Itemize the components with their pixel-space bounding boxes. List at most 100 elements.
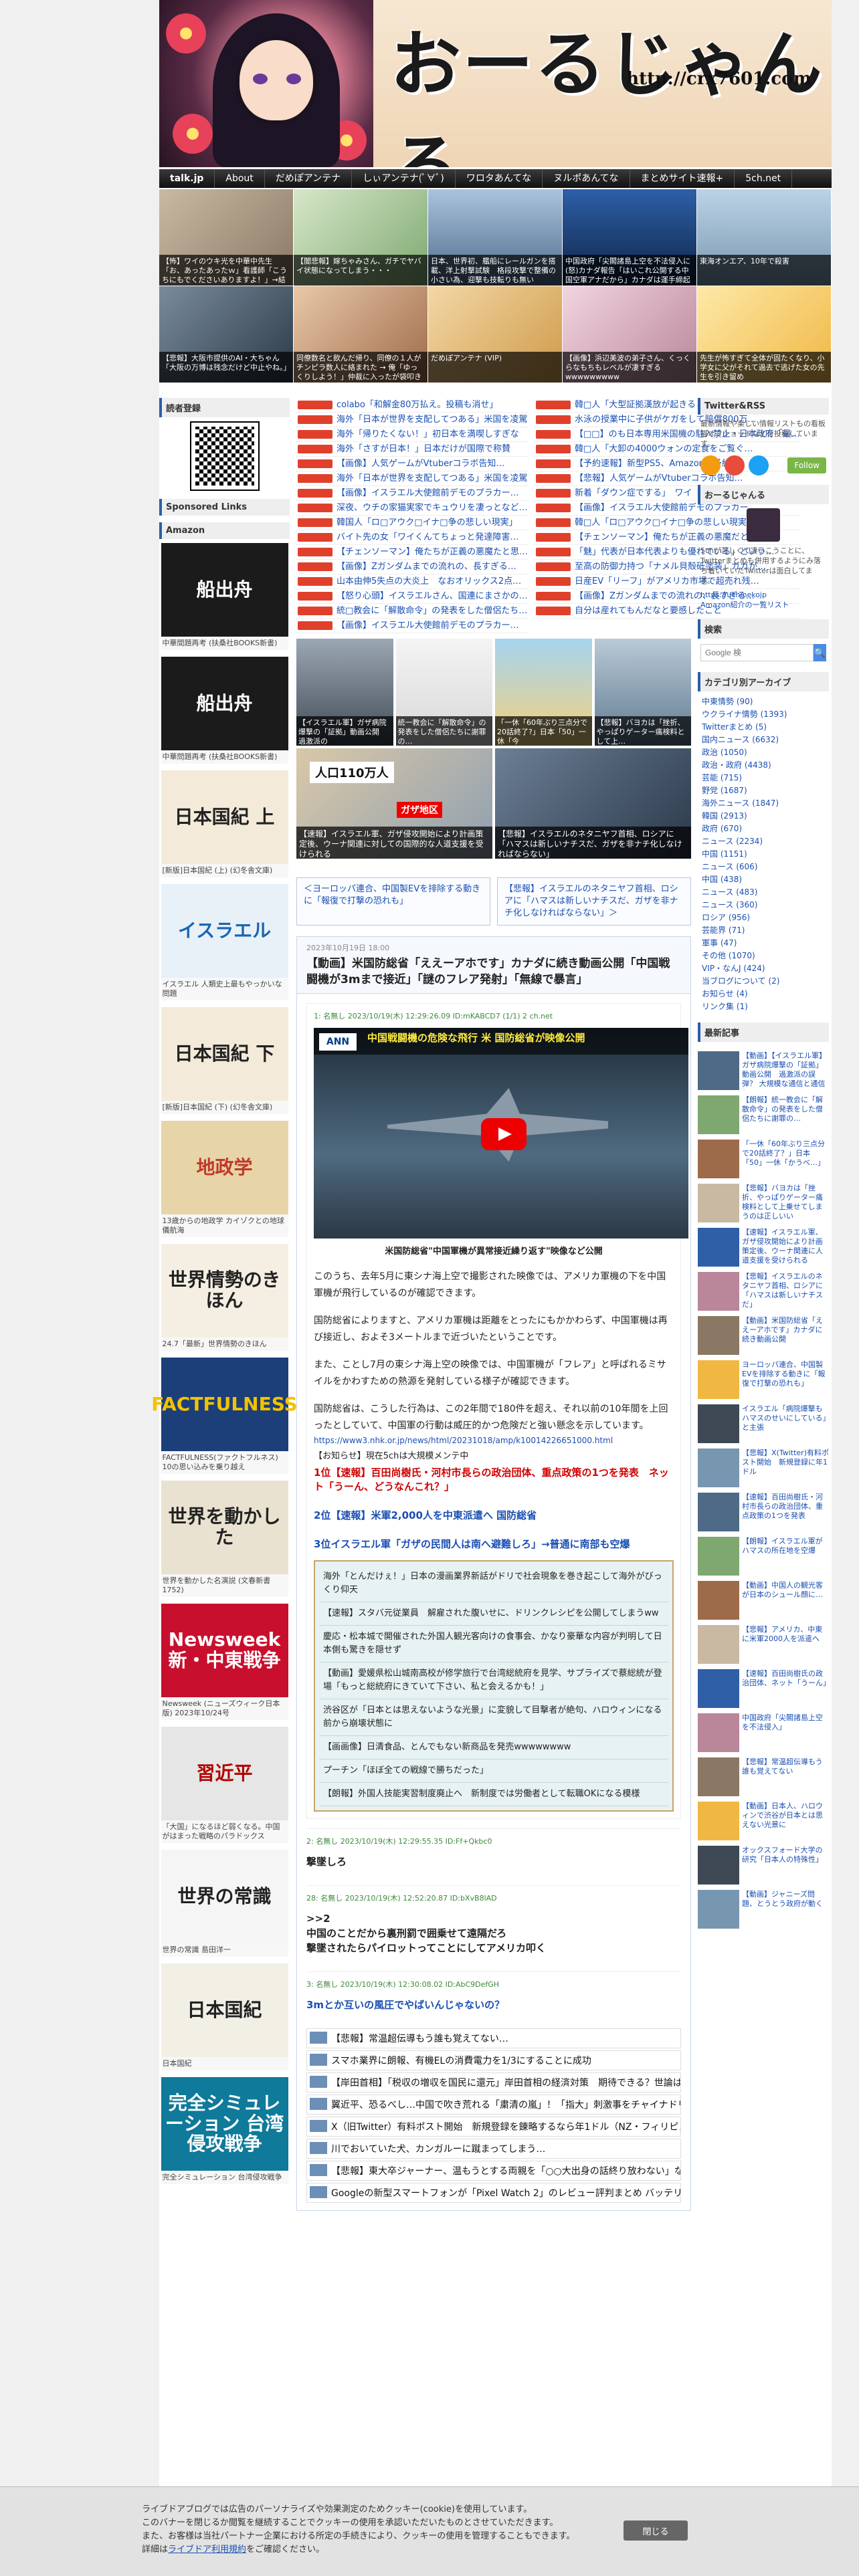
thumb-item[interactable]: 日本、世界初、艦船にレールガンを搭載、洋上射撃試験 格段攻撃で整備の小さい為、迎…: [428, 189, 563, 286]
nav-item-5ch[interactable]: 5ch.net: [735, 169, 793, 188]
amazon-book[interactable]: Newsweek 新・中東戦争 Newsweek (ニューズウィーク日本版) 20…: [161, 1604, 288, 1720]
nav-item-damepo[interactable]: だめぽアンテナ: [265, 169, 353, 188]
amazon-book[interactable]: 世界を動かした 世界を動かした名演説 (文春新書 1752): [161, 1481, 288, 1597]
bottom-link[interactable]: 【岸田首相】「税収の増収を国民に還元」岸田首相の経済対策 期待できる？世論は: [306, 2072, 681, 2092]
category-link[interactable]: 政府 (670): [698, 823, 829, 835]
featured-item[interactable]: 人口110万人 ガザ地区 【速報】イスラエル軍、ガザ侵攻開始により計画策定後、ウ…: [296, 748, 492, 859]
follow-button[interactable]: Follow: [787, 457, 826, 473]
category-link[interactable]: 芸能界 (71): [698, 924, 829, 937]
recent-article[interactable]: 「一休「60年ぶり三点分で20話終了？」日本「50」一休「かうべ…」: [698, 1140, 829, 1178]
recent-article[interactable]: 【悲報】イスラエルのネタニヤフ首相、ロシアに「ハマスは新しいナチスだ」: [698, 1272, 829, 1311]
recent-article[interactable]: 【動画】ジャニーズ問題、とうとう政府が動く: [698, 1890, 829, 1929]
recent-article[interactable]: 【速報】百田尚樹氏・河村市長らの政治団体、重点政策の1つを発表: [698, 1493, 829, 1531]
recent-article[interactable]: 【速報】イスラエル軍、ガザ侵攻開始により計画策定後、ウーナ関連に人道支援を受けら…: [698, 1228, 829, 1267]
ranking-3[interactable]: 3位イスラエル軍「ガザの民間人は南へ避難しろ」→普通に南部も空爆: [314, 1537, 674, 1551]
recent-article[interactable]: イスラエル「病院爆撃もハマスのせいにしている」と主張: [698, 1404, 829, 1443]
thumb-item[interactable]: 同僚数名と飲んだ帰り、同僚の１人がチンピラ数人に絡まれた → 俺「ゆっくりしよう…: [294, 286, 428, 383]
bottom-link[interactable]: 【悲報】常温超伝導もう誰も覚えてない…: [306, 2028, 681, 2048]
search-input[interactable]: [700, 644, 814, 661]
amazon-book[interactable]: 習近平 「大国」になるほど弱くなる。中国がはまった戦略のパラドックス: [161, 1727, 288, 1843]
nav-item-warota[interactable]: ワロタあんてな: [456, 169, 543, 188]
category-link[interactable]: ロシア (956): [698, 911, 829, 924]
ranking-2[interactable]: 2位【速報】米軍2,000人を中東派遣へ 国防総省: [314, 1508, 674, 1522]
category-link[interactable]: 中東情勢 (90): [698, 695, 829, 708]
amazon-book[interactable]: 世界の常識 世界の常識 島田洋一: [161, 1850, 288, 1957]
recent-article[interactable]: 【朗報】イスラエル軍がハマスの所在地を空爆: [698, 1537, 829, 1576]
thumb-item[interactable]: 【怖】ワイのウキ光を中華中先生「お、あったあったｗ」看護師「こうちにもでください…: [159, 189, 294, 286]
amazon-book[interactable]: 完全シミュレーション 台湾侵攻戦争 完全シミュレーション 台湾侵攻戦争: [161, 2077, 288, 2184]
featured-item[interactable]: 統一教会に「解散命令」の発表をした僧侶たちに謝罪の…: [395, 639, 492, 746]
featured-item[interactable]: 【悲報】イスラエルのネタニヤフ首相、ロシアに「ハマスは新しいナチスだ、ガザを非ナ…: [495, 748, 691, 859]
antenna-link[interactable]: colabo「和解金80万払え。投稿も消せ」: [296, 398, 529, 413]
antenna-link[interactable]: 海外「さすが日本！」日本だけが国際で称賛: [296, 442, 529, 457]
related-article-link[interactable]: 【朗報】外国人技能実習制度廃止へ 新制度では労働者として転職OKになる模様: [319, 1783, 668, 1806]
thumb-item[interactable]: 【悲報】大阪市提供のAI・大ちゃん「大阪の万博は残念だけど中止やね。」: [159, 286, 294, 383]
category-link[interactable]: 野党 (1687): [698, 784, 829, 797]
thumb-item[interactable]: 東海オンエア、10年で殺害: [697, 189, 832, 286]
related-article-link[interactable]: 渋谷区が「日本とは思えないような光景」に変貌して目撃者が絶句、ハロウィンになる前…: [319, 1699, 668, 1736]
amazon-book[interactable]: 日本国紀 上 [新版]日本国紀 (上) (幻冬舎文庫): [161, 770, 288, 877]
recent-article[interactable]: 【動画】【イスラエル軍】ガザ病院爆撃の「証拠」動画公開 過激派の誤弾？ 大規模な…: [698, 1051, 829, 1090]
recent-article[interactable]: 【悲報】X(Twitter)有料ポスト開始 新規登録に年1ドル: [698, 1448, 829, 1487]
category-link[interactable]: 軍事 (47): [698, 937, 829, 950]
related-article-link[interactable]: 【速報】スタバ元従業員 解雇された腹いせに、ドリンクレシピを公開してしまうww: [319, 1602, 668, 1626]
bottom-link[interactable]: 川でおいていた犬、カンガルーに蹴まってしまう…: [306, 2139, 681, 2159]
category-link[interactable]: ニュース (606): [698, 861, 829, 873]
amazon-book[interactable]: イスラエル イスラエル 人類史上最もやっかいな問題: [161, 884, 288, 1000]
related-article-link[interactable]: プーチン「ほぼ全ての戦線で勝ちだった」: [319, 1759, 668, 1783]
related-article-link[interactable]: 海外「とんだけぇ！」日本の漫画業界新話がドリで社会現象を巻き起こして海外がびっく…: [319, 1566, 668, 1602]
amazon-book[interactable]: 地政学 13歳からの地政学 カイゾクとの地球儀航海: [161, 1121, 288, 1237]
category-link[interactable]: 政治・政府 (4438): [698, 759, 829, 772]
amazon-book[interactable]: 日本国紀 日本国紀: [161, 1963, 288, 2070]
featured-item[interactable]: 【悲報】バヨカは「挫折、やっぱりゲーター痛検料として上…: [594, 639, 691, 746]
prev-article-link[interactable]: ＜ヨーロッパ連合、中国製EVを排除する動きに「報復で打撃の恐れも」: [296, 877, 490, 926]
amazon-book[interactable]: 日本国紀 下 [新版]日本国紀 (下) (幻冬舎文庫): [161, 1007, 288, 1114]
category-link[interactable]: その他 (1070): [698, 950, 829, 962]
amazon-book[interactable]: 船出舟 中華間題再考 (扶桑社BOOKS新書): [161, 543, 288, 650]
rss-icon[interactable]: [700, 455, 721, 475]
category-link[interactable]: VIP・なんJ (424): [698, 962, 829, 975]
category-link[interactable]: 芸能 (715): [698, 772, 829, 784]
bottom-link[interactable]: Googleの新型スマートフォンが「Pixel Watch 2」のレビュー評判ま…: [306, 2183, 681, 2203]
antenna-link[interactable]: 統□教会に「解散命令」の発表をした僧侶たち…: [296, 604, 529, 619]
category-link[interactable]: 韓国 (2913): [698, 810, 829, 823]
nav-item-about[interactable]: About: [215, 169, 265, 188]
recent-article[interactable]: ヨーロッパ連合、中国製EVを排除する動きに「報復で打撃の恐れも」: [698, 1360, 829, 1399]
category-link[interactable]: お知らせ (4): [698, 988, 829, 1000]
thumb-item[interactable]: だめぽアンテナ (VIP): [428, 286, 563, 383]
category-link[interactable]: ニュース (360): [698, 899, 829, 911]
amazon-book[interactable]: 世界情勢のきほん 24.7「最新」世界情勢のきほん: [161, 1244, 288, 1351]
thumb-item[interactable]: 【画像】浜辺美波の弟子さん、くっくらなもちもレベルが凄すぎるwwwwwwwww: [563, 286, 697, 383]
category-link[interactable]: ウクライナ情勢 (1393): [698, 708, 829, 721]
antenna-link[interactable]: 深夜、ウチの家猫実家でキュウリを凄っとなど…: [296, 501, 529, 516]
recent-article[interactable]: 【悲報】アメリカ、中東に米軍2000人を派遣へ: [698, 1625, 829, 1664]
thumb-item[interactable]: 先生が怖すぎて全体が固たくなり、小学女に父がそれて過去で逃げた女の先生を引き留め: [697, 286, 832, 383]
thumb-item[interactable]: 【闇悲報】嫁ちゃみさん、ガチでヤバイ状態になってしまう・・・: [294, 189, 428, 286]
featured-item[interactable]: 【イスラエル軍】ガザ病院爆撃の「証拠」動画公開 過激派の: [296, 639, 393, 746]
antenna-link[interactable]: 海外「日本が世界を支配してつある」米国を凌駕: [296, 471, 529, 486]
search-button[interactable]: 🔍: [814, 644, 826, 661]
about-link-1[interactable]: https://uchinekojp: [698, 590, 829, 600]
nav-item-matome[interactable]: まとめサイト速報+: [630, 169, 735, 188]
recent-article[interactable]: 【速報】百田尚樹氏の政治団体、ネット「うーん」: [698, 1669, 829, 1708]
antenna-link[interactable]: 【画像】Zガンダムまでの流れの、長すぎる…: [296, 560, 529, 574]
category-link[interactable]: 海外ニュース (1847): [698, 797, 829, 810]
related-article-link[interactable]: 慶応・松本城で開催された外国人観光客向けの食事会、かなり豪華な内容が判明して日本…: [319, 1626, 668, 1662]
featured-item[interactable]: 「一休「60年ぶり三点分で20話終了?」日本「50」一休「今: [495, 639, 592, 746]
recent-article[interactable]: 【悲報】バヨカは「挫折、やっぱりゲーター痛検料として上乗せてしまうのは正しいい: [698, 1184, 829, 1222]
twitter-icon[interactable]: [749, 455, 769, 475]
nav-item-shii[interactable]: しぃアンテナ(ﾟ∀ﾟ): [352, 169, 456, 188]
hatena-icon[interactable]: [725, 455, 745, 475]
ranking-1[interactable]: 1位【速報】百田尚樹氏・河村市長らの政治団体、重点政策の1つを発表 ネット「うー…: [314, 1465, 674, 1493]
related-article-link[interactable]: 【動画】愛媛県松山城南高校が修学旅行で台湾総統府を見学、サプライズで蔡総統が登場…: [319, 1662, 668, 1699]
bottom-link[interactable]: 【悲報】東大卒ジャーナー、温もうとする両親を「○○大出身の話終り放わない」など罵…: [306, 2161, 681, 2181]
antenna-link[interactable]: 【怒り心頭】イスラエルさん、国連にまさかの…: [296, 589, 529, 604]
category-link[interactable]: 国内ニュース (6632): [698, 734, 829, 746]
category-link[interactable]: 当ブログについて (2): [698, 975, 829, 988]
cookie-close-button[interactable]: 閉じる: [624, 2520, 688, 2541]
category-link[interactable]: ニュース (2234): [698, 835, 829, 848]
category-link[interactable]: 政治 (1050): [698, 746, 829, 759]
antenna-link[interactable]: 【画像】イスラエル大使館前デモのプラカー…: [296, 619, 529, 633]
amazon-book[interactable]: FACTFULNESS FACTFULNESS(ファクトフルネス) 10の思い込み…: [151, 1358, 298, 1474]
antenna-link[interactable]: バイト先の女「ワイくんてちょっと発達障害…: [296, 530, 529, 545]
